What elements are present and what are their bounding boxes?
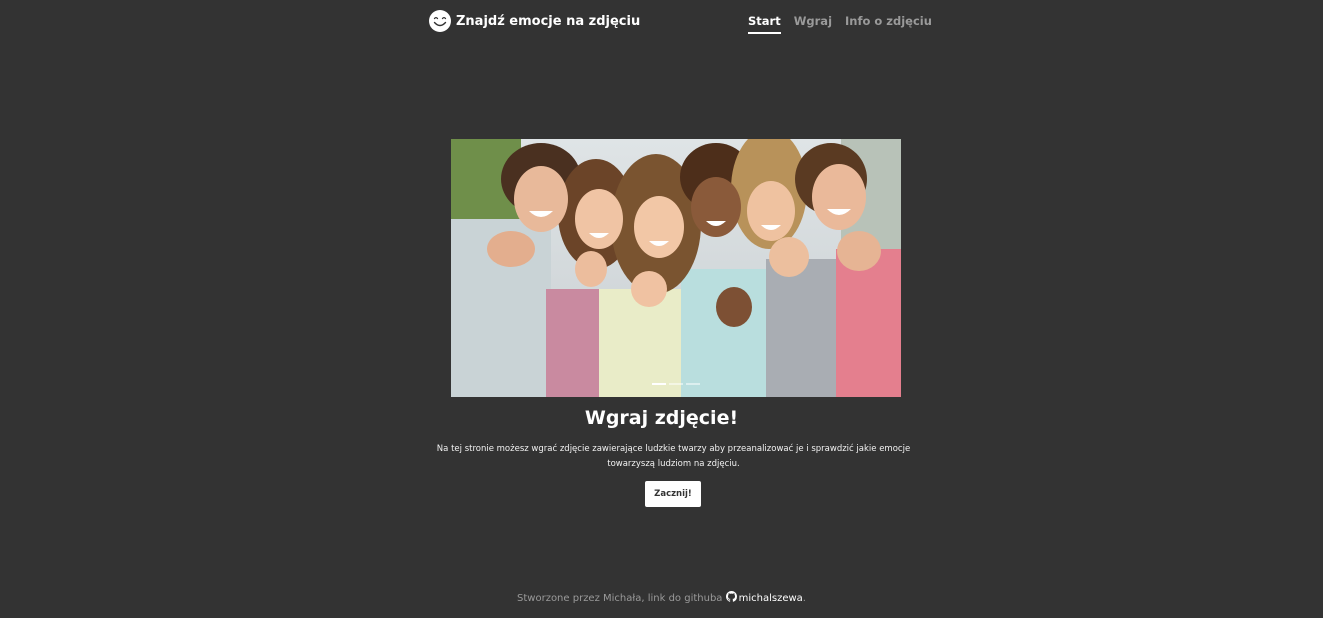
brand-link[interactable]: Znajdź emocje na zdjęciu	[428, 5, 640, 37]
footer: Stworzone przez Michała, link do githuba…	[0, 591, 1323, 604]
nav-info[interactable]: Info o zdjęciu	[845, 13, 932, 34]
carousel-indicator-1[interactable]	[652, 383, 666, 385]
carousel-indicators	[451, 383, 901, 385]
github-link[interactable]: michalszewa	[739, 593, 803, 604]
brand-title: Znajdź emocje na zdjęciu	[456, 13, 641, 29]
start-button[interactable]: Zacznij!	[645, 481, 701, 507]
carousel-indicator-2[interactable]	[669, 383, 683, 385]
carousel-image	[451, 139, 901, 397]
nav-start[interactable]: Start	[748, 13, 781, 34]
nav-wgraj[interactable]: Wgraj	[794, 13, 832, 34]
smiley-icon	[429, 10, 451, 32]
page-description: Na tej stronie możesz wgrać zdjęcie zawi…	[436, 444, 911, 469]
main-nav: Start Wgraj Info o zdjęciu	[748, 13, 932, 34]
page-title: Wgraj zdjęcie!	[584, 407, 739, 429]
footer-suffix: .	[802, 593, 806, 604]
carousel-indicator-3[interactable]	[686, 383, 700, 385]
image-carousel[interactable]	[451, 139, 901, 397]
page: Znajdź emocje na zdjęciu Start Wgraj Inf…	[0, 0, 1323, 618]
footer-text: Stworzone przez Michała, link do githuba	[517, 593, 726, 604]
github-icon	[725, 591, 737, 602]
